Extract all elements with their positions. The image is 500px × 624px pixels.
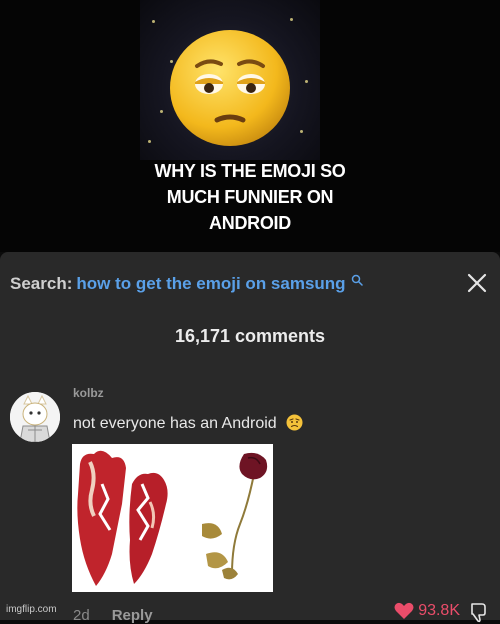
comments-sheet: Search: how to get the emoji on samsung 1…: [0, 252, 500, 624]
like-count: 93.8K: [418, 602, 460, 619]
comment-attached-image[interactable]: [72, 444, 273, 592]
unamused-face-emoji-icon: [170, 30, 290, 146]
video-frame: [140, 0, 320, 160]
video-player[interactable]: WHY IS THE EMOJI SO MUCH FUNNIER ON ANDR…: [0, 0, 500, 252]
broken-heart-and-wilted-rose-image: [72, 444, 273, 592]
watermark: imgflip.com: [6, 604, 57, 615]
comment-age: 2d: [73, 607, 90, 624]
caption-line: ANDROID: [209, 213, 291, 233]
avatar-character-icon: [10, 392, 60, 442]
caption-line: MUCH FUNNIER ON: [166, 187, 334, 207]
comment-meta: 2d Reply: [73, 607, 153, 624]
search-icon[interactable]: [351, 274, 364, 286]
caption-line: WHY IS THE EMOJI SO: [154, 161, 346, 181]
video-caption: WHY IS THE EMOJI SO MUCH FUNNIER ON ANDR…: [100, 158, 400, 236]
avatar[interactable]: [10, 392, 60, 442]
search-suggestion[interactable]: Search: how to get the emoji on samsung: [10, 274, 490, 298]
search-label: Search:: [10, 274, 73, 293]
close-icon[interactable]: [466, 272, 488, 294]
disappointed-face-emoji-icon: [286, 414, 303, 431]
comment-body: not everyone has an Android: [73, 415, 277, 432]
like-button[interactable]: 93.8K: [394, 602, 460, 620]
reply-button[interactable]: Reply: [112, 607, 153, 624]
comment-text: not everyone has an Android: [73, 414, 303, 433]
comment-count: 16,171 comments: [174, 326, 326, 346]
heart-icon: [394, 602, 414, 619]
comment-username[interactable]: kolbz: [73, 386, 104, 400]
search-query-link[interactable]: how to get the emoji on samsung: [76, 274, 345, 293]
